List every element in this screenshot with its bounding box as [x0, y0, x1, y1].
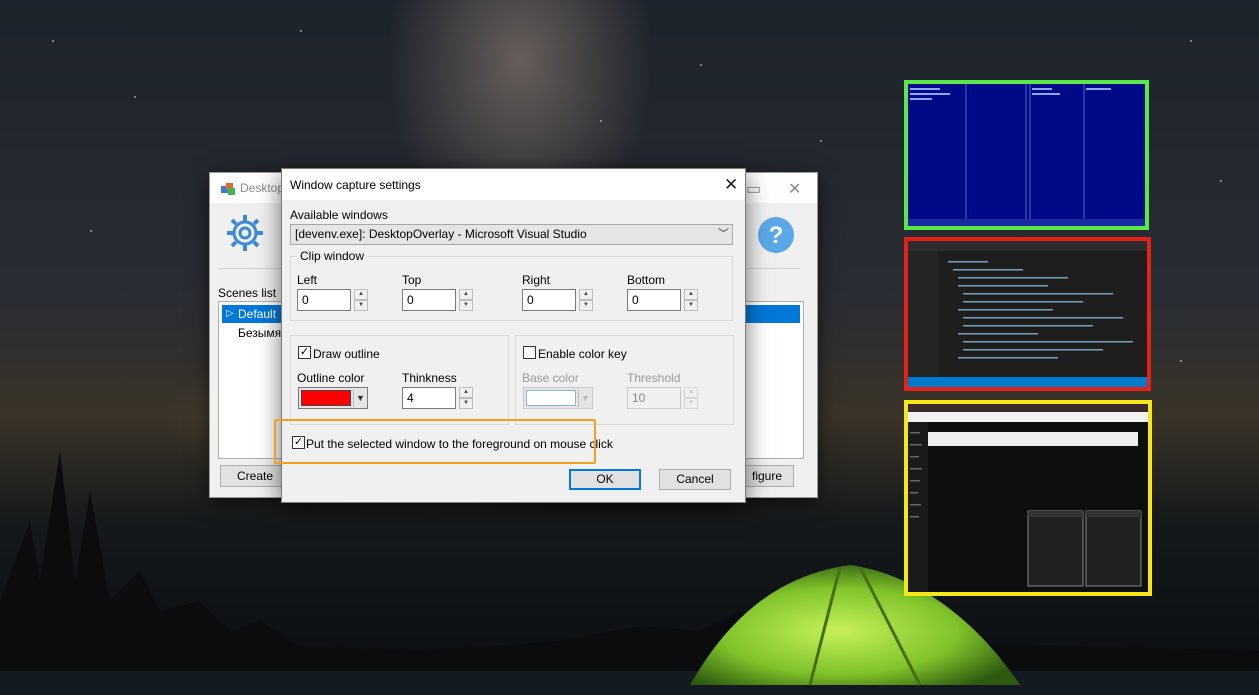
highlight-frame: [274, 419, 596, 464]
close-icon[interactable]: ✕: [724, 175, 738, 195]
spin-up-icon[interactable]: ▲: [684, 289, 698, 300]
create-button[interactable]: Create: [220, 465, 290, 487]
enable-color-key-label: Enable color key: [538, 347, 627, 361]
left-input[interactable]: 0: [297, 289, 351, 311]
cancel-button[interactable]: Cancel: [659, 469, 731, 490]
spin-down-icon[interactable]: ▼: [459, 398, 473, 409]
threshold-input[interactable]: 10: [627, 387, 681, 409]
right-label: Right: [522, 273, 551, 287]
outline-color-swatch: [301, 390, 351, 406]
draw-outline-checkbox[interactable]: ✓: [298, 346, 311, 359]
spin-up-icon[interactable]: ▲: [459, 289, 473, 300]
top-label: Top: [402, 273, 422, 287]
svg-text:?: ?: [769, 222, 784, 249]
right-input[interactable]: 0: [522, 289, 576, 311]
scenes-list-label: Scenes list: [218, 286, 277, 300]
thickness-label: Thinkness: [402, 371, 457, 385]
spin-down-icon[interactable]: ▼: [459, 300, 473, 311]
threshold-label: Threshold: [627, 371, 681, 385]
bottom-input[interactable]: 0: [627, 289, 681, 311]
threshold-spinner[interactable]: 10 ▲ ▼: [627, 387, 700, 409]
app-icon: [221, 183, 235, 195]
dialog-title: Window capture settings: [290, 178, 421, 192]
expand-arrow-icon: ▷: [226, 308, 234, 319]
outline-color-picker[interactable]: ▼: [298, 387, 368, 409]
spin-up-icon[interactable]: ▲: [354, 289, 368, 300]
preview-content: [908, 84, 1145, 226]
available-windows-label: Available windows: [290, 208, 388, 222]
gear-icon[interactable]: [225, 213, 265, 253]
spin-up-icon[interactable]: ▲: [459, 387, 473, 398]
thickness-input[interactable]: 4: [402, 387, 456, 409]
right-spinner[interactable]: 0 ▲ ▼: [522, 289, 595, 311]
bottom-label: Bottom: [627, 273, 666, 287]
help-icon[interactable]: ?: [757, 216, 795, 254]
draw-outline-label: Draw outline: [313, 347, 380, 361]
bottom-spinner[interactable]: 0 ▲ ▼: [627, 289, 700, 311]
capture-preview-code-editor[interactable]: [904, 237, 1151, 391]
left-label: Left: [297, 273, 318, 287]
spin-down-icon[interactable]: ▼: [684, 398, 698, 409]
main-window-title: Desktop: [240, 181, 285, 195]
spin-down-icon[interactable]: ▼: [354, 300, 368, 311]
configure-button[interactable]: figure: [740, 465, 794, 487]
chevron-down-icon: ▼: [578, 389, 592, 407]
close-icon[interactable]: ✕: [788, 179, 801, 199]
top-spinner[interactable]: 0 ▲ ▼: [402, 289, 475, 311]
clip-window-group-title: Clip window: [297, 249, 368, 263]
base-color-label: Base color: [522, 371, 579, 385]
top-input[interactable]: 0: [402, 289, 456, 311]
chevron-down-icon: ﹀: [718, 228, 729, 240]
preview-content: [908, 241, 1147, 387]
ok-button[interactable]: OK: [569, 469, 641, 490]
capture-preview-web-app[interactable]: [904, 400, 1152, 596]
enable-color-key-checkbox[interactable]: [523, 346, 536, 359]
scene-label: Default: [238, 307, 277, 321]
spin-up-icon[interactable]: ▲: [579, 289, 593, 300]
outline-color-label: Outline color: [297, 371, 365, 385]
chevron-down-icon: ▼: [353, 389, 367, 407]
spin-down-icon[interactable]: ▼: [684, 300, 698, 311]
maximize-icon[interactable]: ▭: [746, 179, 761, 199]
base-color-swatch: [526, 390, 576, 406]
selected-window-value: [devenv.exe]: DesktopOverlay - Microsoft…: [295, 227, 587, 241]
base-color-picker[interactable]: ▼: [523, 387, 593, 409]
spin-down-icon[interactable]: ▼: [579, 300, 593, 311]
capture-preview-visual-studio[interactable]: [904, 80, 1149, 230]
spin-up-icon[interactable]: ▲: [684, 387, 698, 398]
available-windows-select[interactable]: [devenv.exe]: DesktopOverlay - Microsoft…: [290, 224, 733, 245]
dialog-titlebar[interactable]: Window capture settings ✕: [282, 169, 745, 200]
thickness-spinner[interactable]: 4 ▲ ▼: [402, 387, 475, 409]
preview-content: [908, 404, 1148, 592]
left-spinner[interactable]: 0 ▲ ▼: [297, 289, 370, 311]
